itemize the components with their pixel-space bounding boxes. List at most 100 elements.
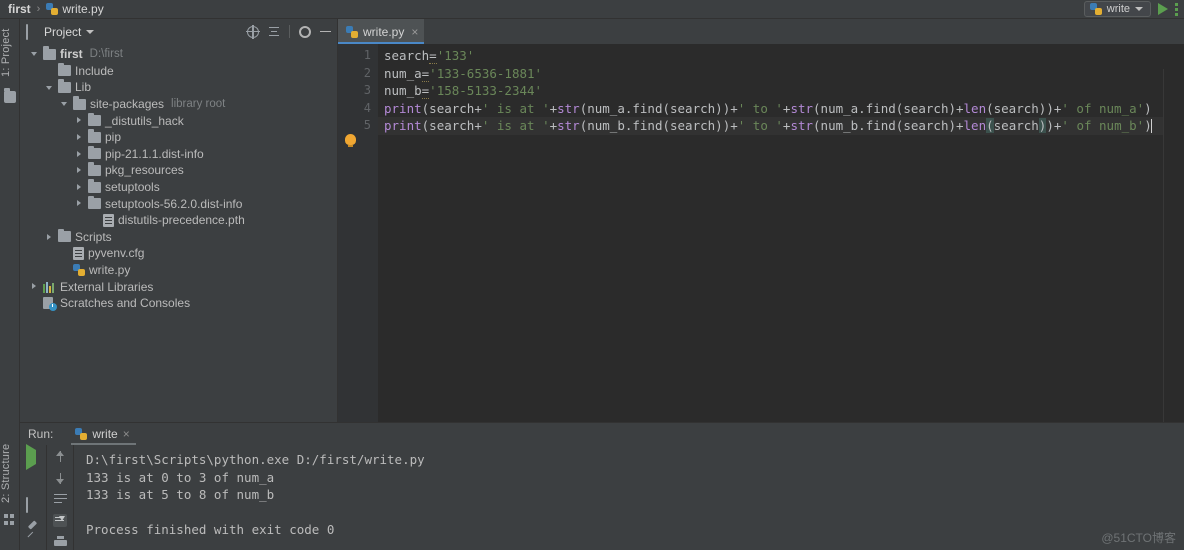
- code-line[interactable]: num_b='158-5133-2344': [378, 82, 1184, 100]
- code-token: (search+: [421, 118, 482, 134]
- tree-item-site-packages[interactable]: site-packages library root: [20, 96, 337, 113]
- soft-wrap-icon[interactable]: [53, 494, 67, 505]
- tree-item-include[interactable]: Include: [20, 62, 337, 80]
- console-line: 133 is at 0 to 3 of num_a: [86, 469, 275, 485]
- stop-icon[interactable]: [26, 474, 40, 488]
- toolbar-divider: [289, 25, 290, 38]
- code-line[interactable]: print(search+' is at '+str(num_a.find(se…: [378, 100, 1184, 118]
- tree-item-pkg-resources[interactable]: pkg_resources: [20, 162, 337, 179]
- folder-icon: [88, 129, 101, 143]
- project-panel-title[interactable]: Project: [44, 25, 81, 39]
- tree-item-setuptools[interactable]: setuptools: [20, 179, 337, 196]
- code-token: '133-6536-1881': [429, 65, 543, 81]
- hide-panel-icon[interactable]: [320, 30, 331, 33]
- top-toolbar: first › write.py write: [0, 0, 1184, 19]
- breadcrumb-file[interactable]: write.py: [62, 2, 103, 16]
- tree-item-label: Lib: [75, 80, 92, 95]
- code-token: ' is at ': [481, 118, 550, 134]
- code-token: (num_b.find(search)+: [813, 118, 964, 134]
- structure-icon[interactable]: [4, 514, 16, 526]
- print-icon[interactable]: [53, 536, 67, 548]
- project-folder-icon[interactable]: [4, 88, 16, 103]
- chevron-right-icon[interactable]: [75, 166, 84, 175]
- chevron-right-icon[interactable]: [75, 149, 84, 158]
- code-token: ' to ': [737, 100, 783, 116]
- chevron-right-icon[interactable]: [45, 232, 54, 241]
- editor-tab-write-py[interactable]: write.py ×: [338, 19, 425, 44]
- scroll-to-end-icon[interactable]: [53, 514, 67, 527]
- chevron-down-icon[interactable]: [30, 50, 39, 59]
- folder-icon: [73, 96, 86, 110]
- code-token: )+: [1046, 118, 1062, 134]
- console-output[interactable]: D:\first\Scripts\python.exe D:/first/wri…: [74, 445, 1184, 550]
- project-view-icon: [26, 24, 39, 40]
- chevron-right-icon[interactable]: [75, 116, 84, 125]
- console-line: 133 is at 5 to 8 of num_b: [86, 487, 275, 503]
- breadcrumb-separator: ›: [36, 3, 41, 15]
- tree-item-scripts[interactable]: Scripts: [20, 228, 337, 246]
- line-number: 4: [363, 100, 371, 115]
- console-actions-toolbar: [47, 445, 74, 550]
- tree-item-write-py[interactable]: write.py: [20, 262, 337, 279]
- editor-scrollbar[interactable]: [1164, 69, 1184, 447]
- tree-item-distutils-hack[interactable]: _distutils_hack: [20, 112, 337, 129]
- tree-item-first[interactable]: first D:\first: [20, 46, 337, 63]
- tree-item-distutils-precedence-pth[interactable]: distutils-precedence.pth: [20, 212, 337, 229]
- chevron-right-icon[interactable]: [75, 199, 84, 208]
- code-content[interactable]: search='133' num_a='133-6536-1881' num_b='…: [378, 44, 1184, 135]
- chevron-right-icon[interactable]: [75, 133, 84, 142]
- close-icon[interactable]: ×: [123, 427, 130, 441]
- breadcrumb-project[interactable]: first: [8, 2, 31, 16]
- tree-item-setuptools-56-2-0-dist-info[interactable]: setuptools-56.2.0.dist-info: [20, 195, 337, 212]
- chevron-right-icon[interactable]: [30, 282, 39, 291]
- code-token: num_a: [384, 65, 422, 81]
- tree-item-scratches-and-consoles[interactable]: Scratches and Consoles: [20, 295, 337, 312]
- tree-item-label: pyvenv.cfg: [88, 246, 145, 261]
- intention-bulb-icon[interactable]: [344, 134, 356, 147]
- tree-item-pip[interactable]: pip: [20, 129, 337, 146]
- code-line[interactable]: search='133': [378, 47, 1184, 65]
- tree-item-label: setuptools-56.2.0.dist-info: [105, 196, 243, 211]
- project-scope-chevron-icon[interactable]: [86, 29, 95, 34]
- breadcrumb: first › write.py: [0, 2, 104, 16]
- tree-item-label: _distutils_hack: [105, 113, 184, 128]
- gear-icon[interactable]: [299, 25, 311, 38]
- expose-icon[interactable]: [26, 497, 40, 513]
- run-tab-write[interactable]: write ×: [71, 425, 137, 445]
- code-line[interactable]: print(search+' is at '+str(num_b.find(se…: [378, 117, 1184, 135]
- tree-item-lib[interactable]: Lib: [20, 79, 337, 96]
- tree-item-label: distutils-precedence.pth: [118, 213, 245, 228]
- rerun-icon[interactable]: [26, 444, 40, 470]
- pin-icon[interactable]: [26, 522, 40, 536]
- run-button-icon[interactable]: [1158, 3, 1168, 15]
- up-arrow-icon[interactable]: [55, 450, 66, 463]
- sidebar-tab-structure[interactable]: 2: Structure: [0, 438, 20, 508]
- tree-item-pip-21-1-1-dist-info[interactable]: pip-21.1.1.dist-info: [20, 145, 337, 163]
- folder-icon: [88, 195, 101, 210]
- chevron-down-icon[interactable]: [60, 100, 69, 109]
- more-actions-icon[interactable]: [1175, 2, 1180, 16]
- editor-right-margin-line: [1163, 69, 1164, 447]
- tree-item-pyvenv-cfg[interactable]: pyvenv.cfg: [20, 245, 337, 262]
- close-icon[interactable]: ×: [411, 25, 418, 39]
- folder-icon: [88, 112, 101, 127]
- code-token: ): [1144, 100, 1152, 116]
- code-editor[interactable]: 12345 search='133' num_a='133-6536-1881' n…: [338, 44, 1184, 447]
- code-token: ' of num_b': [1061, 118, 1145, 134]
- collapse-all-icon[interactable]: [268, 26, 280, 38]
- tree-item-external-libraries[interactable]: External Libraries: [20, 278, 337, 295]
- run-configuration-selector[interactable]: write: [1083, 1, 1151, 17]
- project-tree: first D:\first Include Lib site-packages libr…: [20, 44, 337, 312]
- editor-tab-label: write.py: [363, 24, 405, 39]
- line-number: 2: [363, 65, 371, 80]
- run-configuration-label: write: [1106, 3, 1130, 15]
- down-arrow-icon[interactable]: [55, 472, 66, 485]
- code-token: (num_a.find(search)+: [813, 100, 964, 116]
- code-line[interactable]: num_a='133-6536-1881': [378, 65, 1184, 83]
- chevron-right-icon[interactable]: [75, 183, 84, 192]
- sidebar-tab-project[interactable]: 1: Project: [0, 23, 20, 83]
- code-token: print: [384, 100, 422, 116]
- locate-icon[interactable]: [246, 24, 260, 39]
- chevron-down-icon[interactable]: [45, 83, 54, 92]
